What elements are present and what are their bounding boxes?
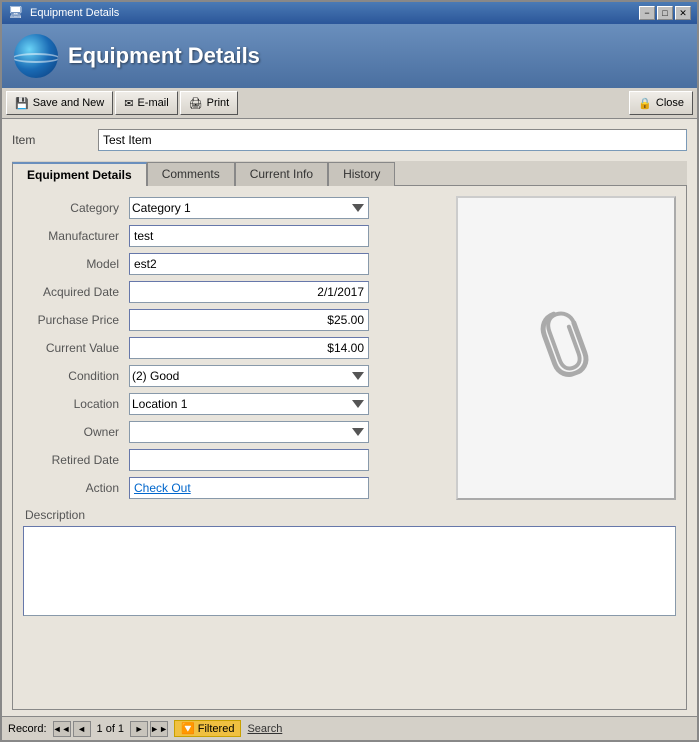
next-record-button[interactable]: ► [130,721,148,737]
acquired-date-row: Acquired Date [23,280,446,304]
main-window: 🖥 Equipment Details − □ ✕ Equipment Deta… [0,0,699,742]
save-new-button[interactable]: 💾 Save and New [6,91,113,115]
maximize-button[interactable]: □ [657,6,673,20]
tabs-container: Equipment Details Comments Current Info … [12,161,687,710]
owner-label: Owner [23,425,123,439]
item-row: Item [12,125,687,155]
filter-icon: 🔽 [181,722,195,735]
item-label: Item [12,133,92,147]
tab-equipment-details[interactable]: Equipment Details [12,162,147,186]
action-field: Check Out [129,477,369,499]
first-record-button[interactable]: ◄◄ [53,721,71,737]
manufacturer-row: Manufacturer [23,224,446,248]
content-area: Item Equipment Details Comments Current … [2,119,697,716]
window-title: Equipment Details [30,7,633,19]
record-info: 1 of 1 [93,723,129,735]
description-textarea[interactable] [23,526,676,616]
minimize-button[interactable]: − [639,6,655,20]
action-row: Action Check Out [23,476,446,500]
window-close-button[interactable]: ✕ [675,6,691,20]
globe-icon [14,34,58,78]
print-button[interactable]: 🖨 Print [180,91,239,115]
manufacturer-input[interactable] [129,225,369,247]
toolbar: 💾 Save and New ✉ E-mail 🖨 Print 🔒 Close [2,88,697,119]
model-input[interactable] [129,253,369,275]
owner-select[interactable] [129,421,369,443]
tab-current-info[interactable]: Current Info [235,162,328,186]
image-area [456,196,676,500]
acquired-date-label: Acquired Date [23,285,123,299]
search-link[interactable]: Search [247,723,282,735]
header-area: Equipment Details [2,24,697,88]
owner-row: Owner [23,420,446,444]
window-controls: − □ ✕ [639,6,691,20]
manufacturer-label: Manufacturer [23,229,123,243]
window-icon: 🖥 [8,5,24,21]
form-grid: Category Category 1 Category 2 Category … [23,196,676,500]
tab-comments[interactable]: Comments [147,162,235,186]
save-icon: 💾 [15,97,29,110]
form-fields: Category Category 1 Category 2 Category … [23,196,446,500]
close-icon: 🔒 [638,97,652,110]
record-label: Record: [8,723,47,735]
record-nav: ◄◄ ◄ 1 of 1 ► ►► [53,721,169,737]
retired-date-label: Retired Date [23,453,123,467]
check-out-link[interactable]: Check Out [134,481,191,495]
action-label: Action [23,481,123,495]
current-value-label: Current Value [23,341,123,355]
description-label: Description [23,508,676,522]
current-value-row: Current Value [23,336,446,360]
tab-history[interactable]: History [328,162,395,186]
filtered-badge: 🔽 Filtered [174,720,241,737]
condition-row: Condition (1) Excellent (2) Good (3) Fai… [23,364,446,388]
item-input[interactable] [98,129,687,151]
category-select[interactable]: Category 1 Category 2 Category 3 [129,197,369,219]
save-new-label: Save and New [33,97,105,109]
prev-record-button[interactable]: ◄ [73,721,91,737]
title-bar: 🖥 Equipment Details − □ ✕ [2,2,697,24]
filtered-label: Filtered [198,723,235,735]
location-label: Location [23,397,123,411]
purchase-price-row: Purchase Price [23,308,446,332]
category-label: Category [23,201,123,215]
model-row: Model [23,252,446,276]
email-label: E-mail [137,97,168,109]
tabs-header: Equipment Details Comments Current Info … [12,161,687,185]
purchase-price-label: Purchase Price [23,313,123,327]
category-row: Category Category 1 Category 2 Category … [23,196,446,220]
tab-content: Category Category 1 Category 2 Category … [12,185,687,710]
print-icon: 🖨 [189,97,203,110]
print-label: Print [207,97,230,109]
condition-select[interactable]: (1) Excellent (2) Good (3) Fair (4) Poor [129,365,369,387]
current-value-input[interactable] [129,337,369,359]
paperclip-icon [533,303,599,394]
location-select[interactable]: Location 1 Location 2 Location 3 [129,393,369,415]
condition-label: Condition [23,369,123,383]
purchase-price-input[interactable] [129,309,369,331]
last-record-button[interactable]: ►► [150,721,168,737]
location-row: Location Location 1 Location 2 Location … [23,392,446,416]
email-icon: ✉ [124,97,133,110]
model-label: Model [23,257,123,271]
description-section: Description [23,508,676,616]
retired-date-input[interactable] [129,449,369,471]
acquired-date-input[interactable] [129,281,369,303]
email-button[interactable]: ✉ E-mail [115,91,177,115]
close-button[interactable]: 🔒 Close [629,91,693,115]
retired-date-row: Retired Date [23,448,446,472]
page-header-title: Equipment Details [68,43,260,69]
close-label: Close [656,97,684,109]
status-bar: Record: ◄◄ ◄ 1 of 1 ► ►► 🔽 Filtered Sear… [2,716,697,740]
